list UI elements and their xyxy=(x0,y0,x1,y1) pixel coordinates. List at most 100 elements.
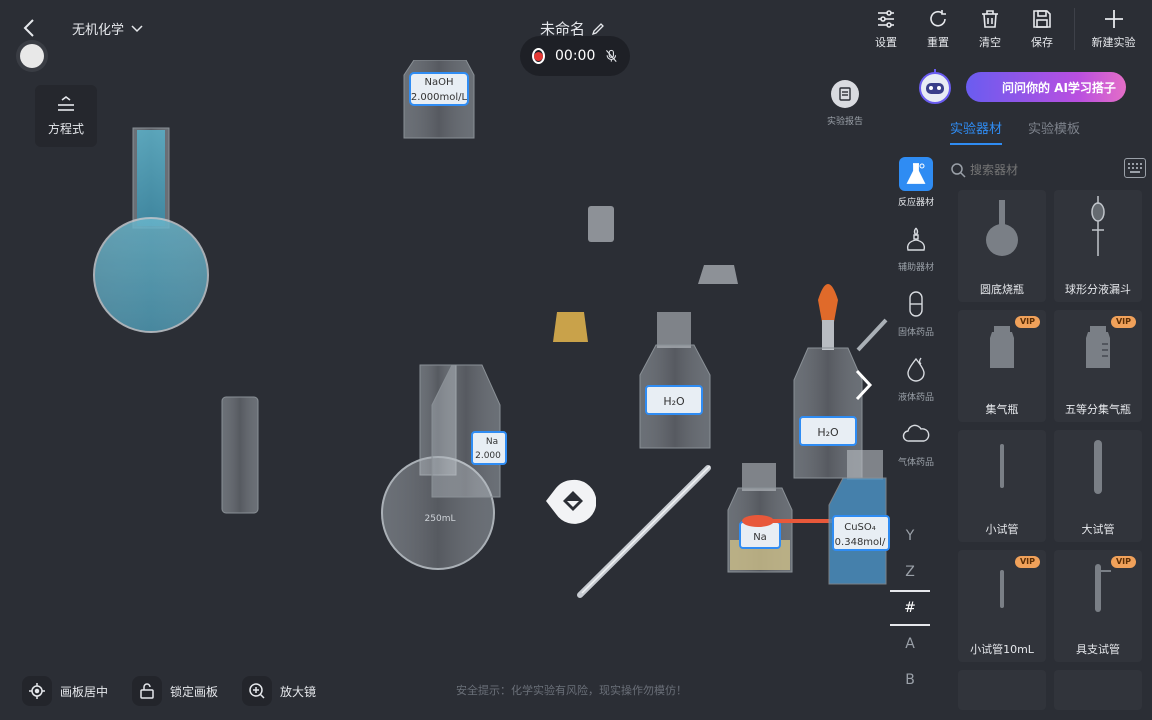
record-button[interactable] xyxy=(532,48,545,64)
cloud-icon xyxy=(899,417,933,451)
mic-off-icon[interactable] xyxy=(605,46,618,66)
vip-badge: VIP xyxy=(1110,556,1136,568)
item-label: 五等分集气瓶 xyxy=(1065,403,1131,416)
unlock-icon xyxy=(132,676,162,706)
na-label: Na xyxy=(753,532,767,543)
save-icon xyxy=(1033,10,1051,28)
letter-hash[interactable]: # xyxy=(890,590,930,626)
lock-label: 锁定画板 xyxy=(170,684,219,699)
reaction-icon xyxy=(899,157,933,191)
equipment-item[interactable]: 小试管 xyxy=(958,430,1046,542)
trash-icon xyxy=(982,10,998,28)
toolbar: 设置 重置 清空 保存 新建实验 xyxy=(860,8,1152,50)
new-experiment-label: 新建实验 xyxy=(1091,36,1136,49)
equation-icon xyxy=(58,95,74,111)
category-gas[interactable]: 气体药品 xyxy=(890,410,942,475)
equipment-item[interactable]: VIP 具支试管 xyxy=(1054,550,1142,662)
equipment-item[interactable]: VIP 小试管10mL xyxy=(958,550,1046,662)
reset-button[interactable]: 重置 xyxy=(912,8,964,50)
settings-button[interactable]: 设置 xyxy=(860,8,912,50)
floating-dot-button[interactable] xyxy=(20,44,44,68)
new-experiment-button[interactable]: 新建实验 xyxy=(1074,8,1152,50)
ai-assistant-banner[interactable]: 问问你的 AI学习搭子 xyxy=(919,68,1126,106)
round-bottom-flask-blue[interactable] xyxy=(93,127,209,333)
bottom-bar: 画板居中 锁定画板 放大镜 xyxy=(0,672,890,708)
pour-button[interactable] xyxy=(546,478,596,524)
item-label: 集气瓶 xyxy=(985,403,1019,416)
clear-button[interactable]: 清空 xyxy=(964,8,1016,50)
vip-badge: VIP xyxy=(1014,556,1040,568)
category-label: 固体药品 xyxy=(897,328,934,338)
letter-b[interactable]: B xyxy=(890,662,930,698)
equation-button[interactable]: 方程式 xyxy=(35,85,97,147)
report-icon xyxy=(831,80,859,108)
equipment-item[interactable]: 球形分液漏斗 xyxy=(1054,190,1142,302)
tab-templates[interactable]: 实验模板 xyxy=(1028,118,1080,145)
cork-stopper[interactable] xyxy=(553,312,588,342)
chevron-right-icon[interactable] xyxy=(852,368,874,402)
experiment-canvas[interactable]: NaOH 2.000mol/L 250mL Na 2.000 H₂O H₂O N… xyxy=(0,60,890,670)
test-tube-small[interactable] xyxy=(221,396,259,514)
glass-rod[interactable] xyxy=(856,318,888,352)
category-label: 辅助器材 xyxy=(897,263,934,273)
zoom-label: 放大镜 xyxy=(280,684,317,699)
equipment-item[interactable]: 圆底烧瓶 xyxy=(958,190,1046,302)
stopper-2[interactable] xyxy=(698,265,738,284)
item-label: 具支试管 xyxy=(1076,643,1120,656)
na-bottle-label: Na xyxy=(486,437,498,447)
equipment-item[interactable] xyxy=(958,670,1046,710)
letter-a[interactable]: A xyxy=(890,626,930,662)
reset-icon xyxy=(930,10,946,27)
search-input[interactable] xyxy=(970,163,1110,177)
lock-canvas-button[interactable]: 锁定画板 xyxy=(132,676,218,706)
reagent-bottle-na[interactable]: Na 2.000 xyxy=(431,364,507,498)
edit-icon[interactable] xyxy=(591,22,605,36)
small-test-tube-icon xyxy=(1000,444,1004,488)
recording-bar: 00:00 xyxy=(520,36,630,76)
glass-rod-long[interactable] xyxy=(577,465,711,598)
plus-icon xyxy=(1104,10,1123,28)
category-auxiliary[interactable]: 辅助器材 xyxy=(890,215,942,280)
magnifier-button[interactable]: 放大镜 xyxy=(242,676,316,706)
h2o-label-1: H₂O xyxy=(663,395,685,408)
chevron-down-icon xyxy=(131,24,143,32)
burner-icon xyxy=(899,222,933,256)
letter-z[interactable]: Z xyxy=(890,554,930,590)
ai-banner-pill: 问问你的 AI学习搭子 xyxy=(966,72,1126,102)
h2o-bottle-1[interactable]: H₂O xyxy=(639,312,711,449)
center-canvas-button[interactable]: 画板居中 xyxy=(22,676,108,706)
save-button[interactable]: 保存 xyxy=(1016,8,1068,50)
item-label: 大试管 xyxy=(1081,523,1115,536)
equipment-item[interactable]: 大试管 xyxy=(1054,430,1142,542)
item-label: 圆底烧瓶 xyxy=(980,283,1024,296)
keyboard-icon[interactable] xyxy=(1124,158,1146,178)
glass-stopper[interactable] xyxy=(588,206,614,242)
panel-tabs: 实验器材 实验模板 xyxy=(950,118,1080,145)
drop-icon xyxy=(899,352,933,386)
letter-y[interactable]: Y xyxy=(890,518,930,554)
settings-icon xyxy=(878,10,894,28)
zoom-in-icon xyxy=(242,676,272,706)
category-reaction[interactable]: 反应器材 xyxy=(890,150,942,215)
equipment-item[interactable]: VIP 五等分集气瓶 xyxy=(1054,310,1142,422)
back-icon[interactable] xyxy=(18,16,42,40)
round-bottom-flask-icon xyxy=(986,200,1018,256)
report-button[interactable]: 实验报告 xyxy=(820,80,870,127)
category-solid[interactable]: 固体药品 xyxy=(890,280,942,345)
naoh-bottle[interactable]: NaOH 2.000mol/L xyxy=(403,60,475,139)
vip-badge: VIP xyxy=(1014,316,1040,328)
tab-equipment[interactable]: 实验器材 xyxy=(950,118,1003,145)
vip-badge: VIP xyxy=(1110,316,1136,328)
large-test-tube-icon xyxy=(1094,440,1102,494)
category-liquid[interactable]: 液体药品 xyxy=(890,345,942,410)
naoh-concentration: 2.000mol/L xyxy=(411,92,468,103)
cuso4-label: CuSO₄ xyxy=(844,522,876,533)
robot-icon xyxy=(919,69,951,104)
equipment-item[interactable]: VIP 集气瓶 xyxy=(958,310,1046,422)
search-icon xyxy=(951,163,966,178)
course-selector[interactable]: 无机化学 xyxy=(72,19,144,38)
equipment-item[interactable] xyxy=(1054,670,1142,710)
item-label: 小试管10mL xyxy=(970,643,1034,656)
category-bar: 反应器材 辅助器材 固体药品 液体药品 气体药品 xyxy=(890,150,942,475)
category-label: 气体药品 xyxy=(897,458,934,468)
